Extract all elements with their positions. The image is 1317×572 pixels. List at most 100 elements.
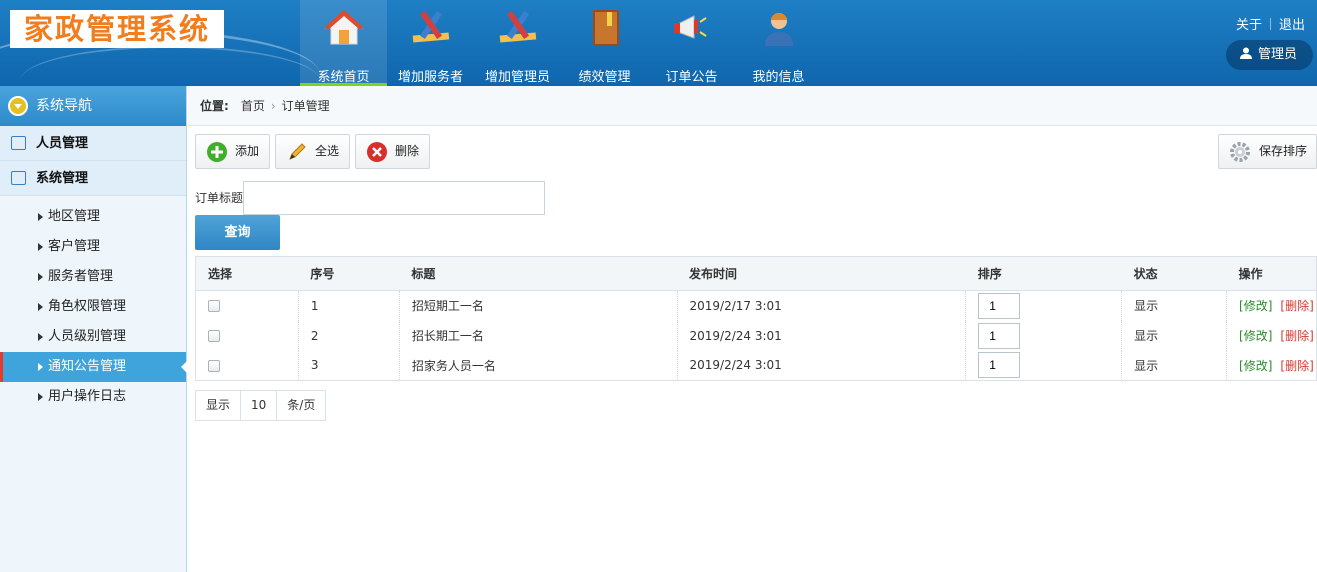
nav-label: 我的信息 xyxy=(752,70,805,85)
sidebar-item-server[interactable]: 服务者管理 xyxy=(0,262,186,292)
edit-link[interactable]: [修改] xyxy=(1239,299,1272,313)
sort-input[interactable] xyxy=(978,352,1021,379)
chevron-down-icon xyxy=(8,96,28,116)
pager-suffix: 条/页 xyxy=(287,398,316,412)
nav-item-performance[interactable]: 绩效管理 xyxy=(561,0,648,86)
edit-link[interactable]: [修改] xyxy=(1239,359,1272,373)
sidebar-item-staff-level[interactable]: 人员级别管理 xyxy=(0,322,186,352)
select-all-button[interactable]: 全选 xyxy=(275,134,350,169)
column-header-title: 标题 xyxy=(399,256,678,291)
column-header-sort: 排序 xyxy=(965,256,1122,291)
list-icon xyxy=(11,136,26,150)
nav-item-add-admin[interactable]: 增加管理员 xyxy=(474,0,561,86)
delete-button-label: 删除 xyxy=(395,144,420,158)
add-button-label: 添加 xyxy=(235,144,260,158)
megaphone-icon xyxy=(674,15,707,39)
no-cell: 2 xyxy=(298,320,400,351)
edit-link[interactable]: [修改] xyxy=(1239,329,1272,343)
nav-item-add-server[interactable]: 增加服务者 xyxy=(387,0,474,86)
order-title-input[interactable] xyxy=(243,181,545,215)
app-logo: 家政管理系统 xyxy=(10,10,224,48)
sidebar-item-operation-log[interactable]: 用户操作日志 xyxy=(0,382,186,412)
query-button[interactable]: 查询 xyxy=(195,215,280,250)
actions-cell: [修改] [删除] xyxy=(1226,320,1317,351)
breadcrumb-prefix: 位置: xyxy=(200,99,229,113)
sidebar-group-personnel[interactable]: 人员管理 xyxy=(0,126,186,161)
no-cell: 3 xyxy=(298,350,400,381)
sidebar-header: 系统导航 xyxy=(0,86,186,126)
actions-cell: [修改] [删除] xyxy=(1226,350,1317,381)
book-icon xyxy=(593,10,619,46)
sidebar-title: 系统导航 xyxy=(36,98,92,114)
table-header-row: 选择 序号 标题 发布时间 排序 状态 操作 xyxy=(195,256,1317,291)
column-header-select: 选择 xyxy=(195,256,299,291)
title-cell: 招长期工一名 xyxy=(399,320,678,351)
sort-cell xyxy=(965,320,1123,351)
row-checkbox[interactable] xyxy=(208,300,220,313)
nav-label: 订单公告 xyxy=(665,70,718,85)
nav-item-my-info[interactable]: 我的信息 xyxy=(735,0,822,86)
nav-label: 系统首页 xyxy=(317,70,370,85)
column-header-time: 发布时间 xyxy=(677,256,966,291)
title-cell: 招短期工一名 xyxy=(399,290,678,321)
sidebar-group-label: 系统管理 xyxy=(36,171,89,186)
add-button[interactable]: 添加 xyxy=(195,134,270,169)
select-cell xyxy=(195,290,299,321)
user-name: 管理员 xyxy=(1258,47,1298,62)
delete-link[interactable]: [删除] xyxy=(1280,359,1313,373)
table-row: 3 招家务人员一名 2019/2/24 3:01 显示 [修改] [删除] xyxy=(195,350,1317,381)
user-icon xyxy=(765,13,793,46)
select-all-button-label: 全选 xyxy=(315,144,340,158)
sort-input[interactable] xyxy=(978,292,1021,319)
nav-label: 绩效管理 xyxy=(578,70,631,85)
delete-link[interactable]: [删除] xyxy=(1280,329,1313,343)
search-label: 订单标题 xyxy=(195,191,244,205)
breadcrumb-current: 订单管理 xyxy=(281,99,330,113)
top-links: 关于 退出 xyxy=(1236,14,1305,33)
sidebar-item-role-permission[interactable]: 角色权限管理 xyxy=(0,292,186,322)
pager-prefix: 显示 xyxy=(196,391,242,420)
chevron-right-icon: › xyxy=(270,99,276,113)
status-cell: 显示 xyxy=(1121,350,1228,381)
save-sort-button[interactable]: 保存排序 xyxy=(1218,134,1317,169)
sort-input[interactable] xyxy=(978,322,1021,349)
pencil-ruler-icon xyxy=(499,10,537,43)
home-icon xyxy=(324,10,364,45)
sort-cell xyxy=(965,350,1123,381)
sidebar-item-region[interactable]: 地区管理 xyxy=(0,202,186,232)
actions-cell: [修改] [删除] xyxy=(1226,290,1317,321)
select-cell xyxy=(195,320,299,351)
row-checkbox[interactable] xyxy=(208,359,220,372)
table-row: 1 招短期工一名 2019/2/17 3:01 显示 [修改] [删除] xyxy=(195,290,1317,321)
plus-icon xyxy=(207,142,227,162)
no-cell: 1 xyxy=(298,290,400,321)
about-link[interactable]: 关于 xyxy=(1236,18,1262,33)
sidebar-item-notice[interactable]: 通知公告管理 xyxy=(0,352,187,382)
breadcrumb: 位置: 首页 › 订单管理 xyxy=(188,86,1317,126)
page-size-value[interactable]: 10 xyxy=(241,391,278,420)
gear-icon xyxy=(1230,142,1250,162)
orders-table: 选择 序号 标题 发布时间 排序 状态 操作 1 招短期工一名 2019/2/1… xyxy=(195,256,1317,381)
delete-button[interactable]: 删除 xyxy=(355,134,430,169)
status-cell: 显示 xyxy=(1121,290,1228,321)
sidebar-group-system[interactable]: 系统管理 xyxy=(0,161,186,196)
divider xyxy=(1269,18,1271,30)
main-nav: 系统首页 增加服务者 增加管理员 绩效管理 订单公告 我的信息 xyxy=(300,0,822,86)
column-header-no: 序号 xyxy=(298,256,400,291)
user-menu[interactable]: 管理员 xyxy=(1226,40,1313,70)
sidebar-item-customer[interactable]: 客户管理 xyxy=(0,232,186,262)
row-checkbox[interactable] xyxy=(208,330,220,342)
nav-item-home[interactable]: 系统首页 xyxy=(300,0,387,86)
sidebar: 系统导航 人员管理 系统管理 地区管理 客户管理 服务者管理 角色权限管理 人员… xyxy=(0,86,187,572)
nav-label: 增加管理员 xyxy=(484,70,550,85)
breadcrumb-home[interactable]: 首页 xyxy=(241,99,265,113)
time-cell: 2019/2/24 3:01 xyxy=(677,350,967,381)
user-icon xyxy=(1240,47,1252,59)
top-header: 家政管理系统 系统首页 增加服务者 增加管理员 绩效管理 订单公告 我的信息 关… xyxy=(0,0,1317,86)
delete-icon xyxy=(367,142,387,162)
status-cell: 显示 xyxy=(1121,320,1228,351)
delete-link[interactable]: [删除] xyxy=(1280,299,1313,313)
pencil-icon xyxy=(289,143,306,160)
nav-item-order-notice[interactable]: 订单公告 xyxy=(648,0,735,86)
logout-link[interactable]: 退出 xyxy=(1279,18,1305,33)
